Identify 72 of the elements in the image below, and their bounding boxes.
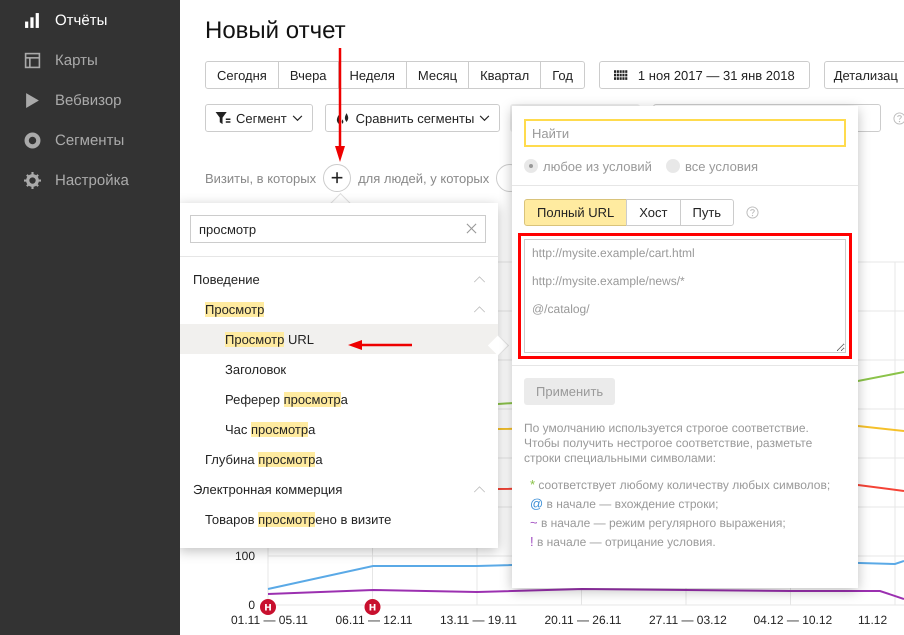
date-range-button[interactable]: 1 ноя 2017 — 31 янв 2018 <box>598 61 810 89</box>
tree-item[interactable]: Поведение <box>180 264 498 294</box>
chevron-down-icon <box>292 114 303 122</box>
bar-chart-icon <box>24 12 41 28</box>
chevron-up-icon[interactable] <box>473 486 486 492</box>
clear-icon[interactable] <box>466 223 477 234</box>
tab[interactable]: Хост <box>626 199 680 226</box>
help-icon[interactable] <box>893 112 904 124</box>
axis-label: 11.12 <box>858 613 888 627</box>
values-field[interactable]: http://mysite.example/cart.html http://mysite.example/news/* @/catalog/ <box>524 239 846 353</box>
tree-item[interactable]: Реферер просмотра <box>180 384 498 414</box>
axis-label: 0 <box>248 598 255 612</box>
hint-text: в начале — режим регулярного выражения; <box>540 516 786 530</box>
event-marker[interactable]: Н <box>364 599 380 615</box>
tab[interactable]: Путь <box>680 199 734 226</box>
axis-label: 20.11 — 26.11 <box>544 613 622 627</box>
visits-label: Визиты, в которых <box>205 170 316 186</box>
segment-button[interactable]: Сегмент <box>205 104 313 132</box>
period-button[interactable]: Квартал <box>468 61 542 89</box>
compare-segments-button[interactable]: Сравнить сегменты <box>324 104 500 132</box>
drops-icon <box>334 112 351 124</box>
hint-symbol: * <box>530 477 536 492</box>
play-icon <box>24 92 41 108</box>
calendar-grid-icon <box>614 70 628 80</box>
nav-item[interactable]: Отчёты <box>0 0 180 40</box>
axis-label: 06.11 — 12.11 <box>336 613 412 627</box>
tree-item[interactable]: Заголовок <box>180 354 498 384</box>
nav-item[interactable]: Вебвизор <box>0 80 180 120</box>
search-field[interactable]: просмотр <box>190 215 486 243</box>
tree-item[interactable]: Час просмотра <box>180 414 498 444</box>
tree-item[interactable]: Просмотр <box>180 294 498 324</box>
radio-label: все условия <box>684 158 758 174</box>
annotation-arrow <box>348 340 412 350</box>
axis-label: 27.11 — 03.12 <box>649 613 727 627</box>
axis-label: 100 <box>234 549 255 563</box>
filter-icon <box>215 112 231 124</box>
hint-symbol: ! <box>530 534 534 549</box>
hint-text: в начале — отрицание условия. <box>536 535 716 549</box>
detail-button[interactable]: Детализац <box>824 61 904 89</box>
axis-label: 01.11 — 05.11 <box>231 613 308 627</box>
people-label: для людей, у которых <box>358 170 490 186</box>
hint-symbol: @ <box>530 496 544 511</box>
tree-item[interactable]: Электронная коммерция <box>180 474 498 504</box>
add-condition-button[interactable]: + <box>323 164 352 192</box>
axis-label: 13.11 — 19.11 <box>440 613 517 627</box>
period-button[interactable]: Год <box>540 61 585 89</box>
event-marker[interactable]: Н <box>260 599 276 615</box>
page-title: Новый отчет <box>205 16 347 46</box>
period-button[interactable]: Сегодня <box>205 61 279 89</box>
help-text: По умолчанию используется строгое соответствие. Чтобы получить нестрогое соответствие, разметьте строки специальными символами: <box>524 421 814 466</box>
nav-item[interactable]: Сегменты <box>0 120 180 160</box>
chevron-up-icon[interactable] <box>473 276 486 282</box>
hint-text: в начале — вхождение строки; <box>546 497 719 511</box>
help-icon[interactable] <box>746 206 760 219</box>
settings-icon <box>24 172 41 188</box>
nav-item[interactable]: Настройка <box>0 160 180 200</box>
chevron-up-icon[interactable] <box>473 306 486 312</box>
tree-item[interactable]: Просмотр URL <box>180 324 498 354</box>
tree-item[interactable]: Глубина просмотра <box>180 444 498 474</box>
hint-symbol: ~ <box>530 515 538 530</box>
hint-text: соответствует любому количеству любых символов; <box>538 478 830 492</box>
period-button[interactable]: Вчера <box>278 61 339 89</box>
search-field[interactable]: Найти <box>524 119 846 147</box>
period-button[interactable]: Месяц <box>406 61 470 89</box>
nav-item[interactable]: Карты <box>0 40 180 80</box>
axis-label: 04.12 — 10.12 <box>754 613 832 627</box>
layout-icon <box>24 52 41 68</box>
tab[interactable]: Полный URL <box>524 199 628 226</box>
radio-button[interactable] <box>524 159 538 173</box>
chevron-down-icon <box>479 114 490 122</box>
ring-icon <box>24 132 41 148</box>
tree-item[interactable]: Товаров просмотрено в визите <box>180 504 498 534</box>
